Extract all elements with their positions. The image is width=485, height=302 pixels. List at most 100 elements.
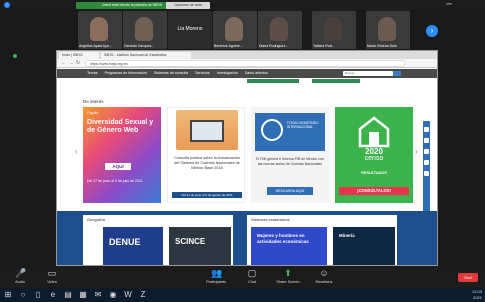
- site-nav: Temas Programas de Información Sistemas …: [57, 69, 437, 78]
- participants-button[interactable]: 👥 Participants: [196, 268, 236, 284]
- microphone-muted-icon: 🎤: [15, 268, 27, 278]
- fmi-logo: FONDO MONETARIO INTERNACIONAL: [255, 113, 325, 151]
- instagram-icon[interactable]: [424, 160, 429, 165]
- task-view-icon[interactable]: ▯: [33, 290, 43, 300]
- participant-name: Tatiana Ruiz...: [313, 44, 336, 48]
- mail-icon[interactable]: ✉: [93, 290, 103, 300]
- participant-tile[interactable]: Gerardo Vázquez...: [123, 11, 167, 49]
- participant-name: Angelica Ayala Aya...: [79, 44, 112, 48]
- card-kicker: Orgullo: [87, 111, 99, 115]
- search-button[interactable]: [393, 71, 401, 76]
- share-screen-button[interactable]: ⬆ Share Screen: [268, 268, 308, 284]
- participant-name: Diana Rodriguez...: [259, 44, 288, 48]
- participant-video: [225, 17, 243, 41]
- chrome-icon[interactable]: ◉: [108, 290, 118, 300]
- video-camera-icon: ▭: [47, 268, 57, 278]
- download-button[interactable]: DESCARGA AQUÍ: [267, 187, 313, 195]
- site-search-input[interactable]: Buscar: [343, 71, 393, 76]
- card-date-bar: Del 21 de junio al 9 de agosto de 2021: [172, 192, 242, 198]
- toolbar-label: Audio: [15, 280, 25, 284]
- youtube-icon[interactable]: [424, 149, 429, 154]
- participant-name: Berenice Aguirre...: [214, 44, 243, 48]
- reload-icon[interactable]: ↻: [75, 60, 81, 66]
- back-icon[interactable]: ←: [61, 60, 67, 66]
- view-options-button[interactable]: Opciones de vista: [166, 2, 210, 9]
- end-meeting-button[interactable]: End: [458, 273, 478, 282]
- rss-icon[interactable]: [424, 171, 429, 176]
- start-icon[interactable]: ⊞: [3, 290, 13, 300]
- participant-tile[interactable]: Lia Moreno: [168, 11, 212, 49]
- card-title: Diversidad Sexual y de Género Web: [87, 119, 154, 134]
- nav-link-investigacion[interactable]: Investigación: [217, 71, 238, 75]
- file-explorer-icon[interactable]: ▤: [63, 290, 73, 300]
- denue-tile[interactable]: DENUE: [103, 227, 163, 265]
- scince-tile[interactable]: SCINCE: [169, 227, 231, 265]
- participant-name: Maria Ximena Soto: [367, 44, 397, 48]
- taskbar-clock[interactable]: 12:03 2021: [452, 289, 482, 300]
- nav-link-temas[interactable]: Temas: [87, 71, 98, 75]
- banner-strip: [312, 79, 360, 83]
- site-nav-links: Temas Programas de Información Sistemas …: [87, 69, 274, 78]
- nav-link-datos-abiertos[interactable]: Datos abiertos: [245, 71, 268, 75]
- card-cta-button[interactable]: AQUÍ: [105, 163, 131, 170]
- view-button[interactable]: Ver: [446, 1, 452, 6]
- participant-tile[interactable]: Berenice Aguirre...: [213, 11, 257, 49]
- carousel-prev-icon[interactable]: ‹: [75, 147, 81, 157]
- participant-tile[interactable]: Angelica Ayala Aya...: [78, 11, 122, 49]
- nav-link-servicios[interactable]: Servicios: [195, 71, 210, 75]
- carousel-card-censo[interactable]: 2020 censo RESULTADOS ¡CONSÚLTALOS!: [335, 107, 413, 203]
- next-page-arrow-icon[interactable]: ›: [426, 25, 438, 37]
- search-icon[interactable]: ○: [18, 290, 28, 300]
- edge-icon[interactable]: e: [48, 290, 58, 300]
- carousel: Orgullo Diversidad Sexual y de Género We…: [83, 107, 413, 207]
- zoom-toolbar: 🎤 Audio ▭ Video 👥 Participants ▢ Chat ⬆ …: [0, 266, 485, 288]
- video-button[interactable]: ▭ Video: [32, 268, 72, 284]
- toolbar-label: Video: [47, 280, 57, 284]
- status-dot-icon: [13, 54, 17, 58]
- reactions-button[interactable]: ☺ Reactions: [304, 268, 344, 284]
- zoom-top-bar: i Usted está viendo la pantalla de INEGI…: [0, 0, 485, 10]
- video-strip: Angelica Ayala Aya... Gerardo Vázquez...…: [0, 11, 485, 49]
- twitter-icon[interactable]: [424, 138, 429, 143]
- toolbar-label: Share Screen: [276, 280, 300, 284]
- carousel-card-consulta[interactable]: Consulta pública sobre la Actualización …: [167, 107, 245, 203]
- forward-icon[interactable]: →: [68, 60, 74, 66]
- zoom-app-icon[interactable]: Z: [138, 290, 148, 300]
- clock-date: 2021: [473, 294, 482, 300]
- chat-button[interactable]: ▢ Chat: [232, 268, 272, 284]
- browser-tab[interactable]: INEGI - Instituto Nacional de Estadístic…: [101, 52, 191, 59]
- panel-title: Sistemas estadísticos: [251, 217, 290, 222]
- store-icon[interactable]: ▦: [78, 290, 88, 300]
- tile-label: SCINCE: [175, 237, 206, 246]
- participant-tile[interactable]: Diana Rodriguez...: [258, 11, 302, 49]
- carousel-next-icon[interactable]: ›: [415, 147, 421, 157]
- word-icon[interactable]: W: [123, 290, 133, 300]
- mujeres-tile[interactable]: Mujeres y hombres en actividades económi…: [251, 227, 327, 265]
- nav-link-sistemas[interactable]: Sistemas de consulta: [154, 71, 188, 75]
- carousel-card-diversidad[interactable]: Orgullo Diversidad Sexual y de Género We…: [83, 107, 161, 203]
- banner-strip: [247, 79, 299, 83]
- facebook-icon[interactable]: [424, 127, 429, 132]
- toolbar-label: Participants: [206, 280, 226, 284]
- card-text: El FMI genera e informa PIB de México co…: [256, 157, 324, 166]
- participant-name: Gerardo Vázquez...: [124, 44, 155, 48]
- nav-link-programas[interactable]: Programas de Información: [105, 71, 147, 75]
- card-dates: Del 27 de junio al 9 de julio de 2021: [87, 179, 143, 183]
- tile-label: Mujeres y hombres en actividades económi…: [257, 233, 309, 244]
- browser-tab[interactable]: Inicio | INEGI: [59, 52, 99, 59]
- laptop-icon: [190, 120, 224, 142]
- consultalos-button[interactable]: ¡CONSÚLTALOS!: [339, 187, 409, 195]
- participant-name: Lia Moreno: [177, 26, 203, 32]
- participant-tile[interactable]: Maria Ximena Soto: [366, 11, 410, 49]
- participant-video: [324, 17, 342, 41]
- share-screen-icon: ⬆: [284, 268, 292, 278]
- sistemas-panel: Sistemas estadísticos Mujeres y hombres …: [247, 215, 397, 265]
- mineria-tile[interactable]: Minería: [333, 227, 395, 265]
- geografia-panel: Geografía DENUE SCINCE: [83, 215, 233, 265]
- carousel-card-fmi[interactable]: FONDO MONETARIO INTERNACIONAL El FMI gen…: [251, 107, 329, 203]
- url-field[interactable]: https://www.inegi.org.mx: [85, 60, 405, 67]
- info-icon[interactable]: i: [4, 2, 10, 8]
- fmi-seal-icon: [261, 119, 283, 141]
- toolbar-label: Reactions: [315, 280, 333, 284]
- participant-tile[interactable]: Tatiana Ruiz...: [312, 11, 356, 49]
